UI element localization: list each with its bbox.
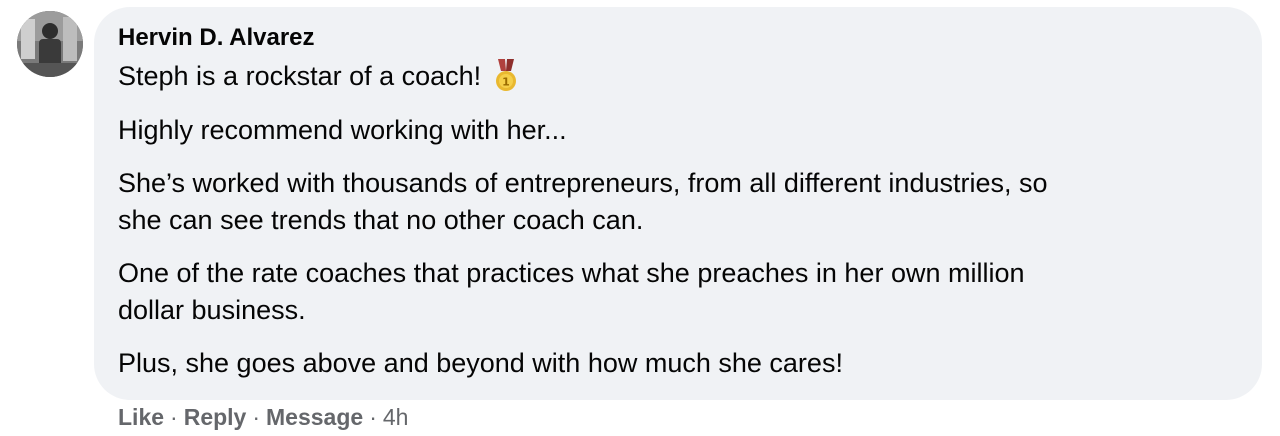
like-button[interactable]: Like <box>118 404 164 430</box>
svg-text:1: 1 <box>502 76 510 89</box>
comment-paragraph: One of the rate coaches that practices w… <box>118 255 1228 329</box>
comment-author[interactable]: Hervin D. Alvarez <box>118 24 315 52</box>
separator: · <box>369 404 377 430</box>
comment-actions: Like · Reply · Message · 4h <box>118 403 408 431</box>
comment-paragraph: Highly recommend working with her... <box>118 112 1228 149</box>
comment-text-line: One of the rate coaches that practices w… <box>118 258 1025 288</box>
comment-paragraph: Plus, she goes above and beyond with how… <box>118 345 1228 382</box>
comment-text-line: Plus, she goes above and beyond with how… <box>118 348 843 378</box>
comment-timestamp[interactable]: 4h <box>383 404 409 430</box>
avatar-photo <box>17 11 83 77</box>
reply-button[interactable]: Reply <box>184 404 247 430</box>
comment-text-line: she can see trends that no other coach c… <box>118 205 644 235</box>
message-button[interactable]: Message <box>266 404 363 430</box>
medal-icon: 1 <box>493 59 519 93</box>
comment-text-line: Steph is a rockstar of a coach! <box>118 61 482 91</box>
comment-text-line: Highly recommend working with her... <box>118 115 567 145</box>
comment-paragraph: She’s worked with thousands of entrepren… <box>118 165 1228 239</box>
separator: · <box>170 404 178 430</box>
avatar[interactable] <box>17 11 83 77</box>
separator: · <box>252 404 261 430</box>
comment-text-line: She’s worked with thousands of entrepren… <box>118 168 1048 198</box>
comment-text-line: dollar business. <box>118 295 306 325</box>
comment-paragraph: Steph is a rockstar of a coach! 1 <box>118 58 1228 95</box>
